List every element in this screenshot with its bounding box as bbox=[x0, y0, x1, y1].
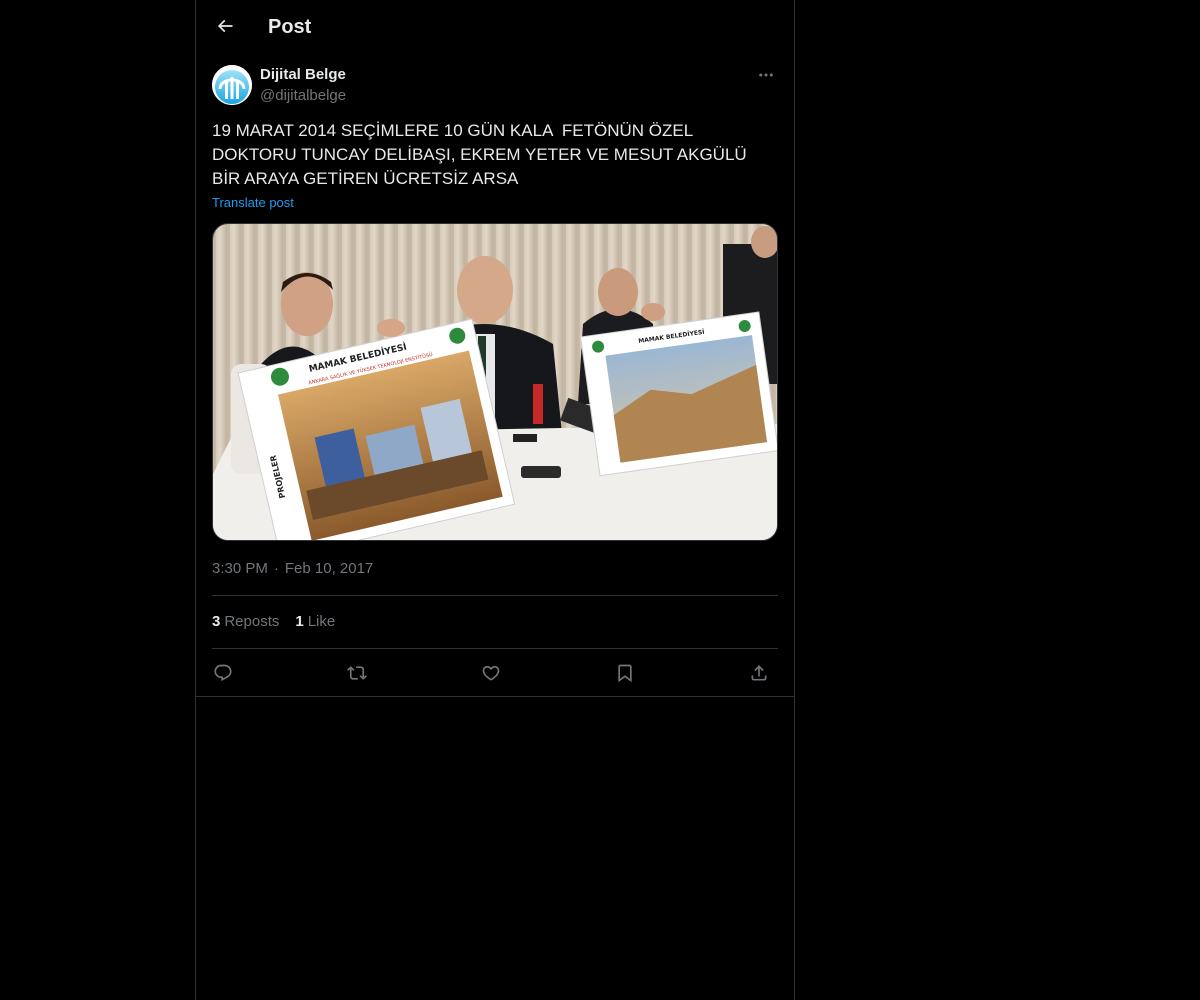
share-icon bbox=[751, 665, 767, 681]
avatar[interactable] bbox=[212, 65, 252, 105]
post-timestamp[interactable]: 3:30 PM · Feb 10, 2017 bbox=[212, 559, 373, 579]
translate-post-link[interactable]: Translate post bbox=[212, 194, 294, 212]
repost-button[interactable] bbox=[344, 660, 370, 686]
share-button[interactable] bbox=[746, 660, 772, 686]
reposts-count: 3 bbox=[212, 613, 221, 630]
divider bbox=[196, 696, 794, 697]
arrow-left-icon bbox=[217, 19, 233, 33]
author-name[interactable]: Dijital Belge bbox=[260, 65, 346, 85]
post-column: Post Dijital Belge @dijitalbelge 19 MARA… bbox=[195, 0, 795, 1000]
likes-count: 1 bbox=[295, 613, 304, 630]
reply-button[interactable] bbox=[210, 660, 236, 686]
post-actions bbox=[212, 660, 778, 686]
post-image[interactable]: MAMAK BELEDİYESİ ANKARA SAĞLIK VE YÜKSEK… bbox=[212, 223, 778, 541]
divider bbox=[212, 648, 778, 649]
page-title: Post bbox=[268, 16, 312, 38]
post-stats: 3 Reposts 1 Like bbox=[212, 612, 335, 632]
author-handle[interactable]: @dijitalbelge bbox=[260, 86, 346, 106]
post-author: Dijital Belge @dijitalbelge bbox=[212, 65, 778, 109]
dijital-belge-logo-icon bbox=[212, 65, 252, 105]
divider bbox=[212, 595, 778, 596]
reposts-label: Reposts bbox=[224, 613, 280, 630]
bookmark-icon bbox=[618, 664, 632, 683]
repost-icon bbox=[347, 666, 367, 680]
post-header: Post bbox=[196, 0, 794, 53]
likes-label: Like bbox=[307, 613, 336, 630]
like-button[interactable] bbox=[478, 660, 504, 686]
reply-icon bbox=[214, 664, 232, 682]
bookmark-button[interactable] bbox=[612, 660, 638, 686]
post-date[interactable]: Feb 10, 2017 bbox=[285, 560, 373, 577]
meta-separator: · bbox=[273, 560, 279, 577]
press-conference-photo: MAMAK BELEDİYESİ ANKARA SAĞLIK VE YÜKSEK… bbox=[213, 224, 777, 540]
more-button[interactable] bbox=[754, 65, 778, 85]
reposts-stat[interactable]: 3 Reposts bbox=[212, 612, 279, 632]
more-horizontal-icon bbox=[759, 73, 773, 77]
like-icon bbox=[482, 665, 500, 681]
post-time[interactable]: 3:30 PM bbox=[212, 560, 268, 577]
likes-stat[interactable]: 1 Like bbox=[295, 612, 335, 632]
back-button[interactable] bbox=[208, 9, 242, 43]
post-text: 19 MARAT 2014 SEÇİMLERE 10 GÜN KALA FETÖ… bbox=[212, 121, 752, 188]
